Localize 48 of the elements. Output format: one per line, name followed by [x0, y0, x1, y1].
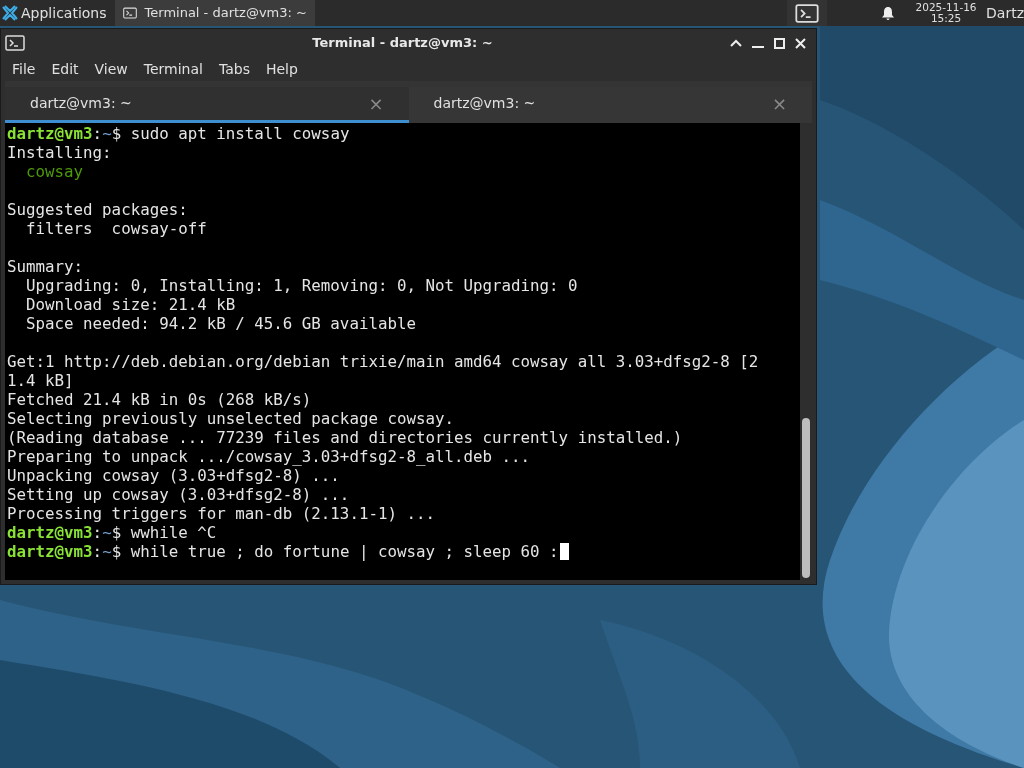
- close-icon[interactable]: [795, 37, 806, 49]
- bell-icon[interactable]: [881, 5, 896, 21]
- maximize-icon[interactable]: [774, 37, 785, 49]
- menu-item[interactable]: Edit: [44, 58, 86, 80]
- prompt-line: dartz@vm3:~$ sudo apt install cowsay: [7, 124, 350, 143]
- menu-item[interactable]: Help: [258, 58, 305, 80]
- output-line: Processing triggers for man-db (2.13.1-1) ...: [7, 504, 435, 523]
- output-line: Setting up cowsay (3.03+dfsg2-8) ...: [7, 485, 350, 504]
- terminal-icon: [5, 35, 25, 51]
- applications-menu[interactable]: Applications: [0, 0, 115, 26]
- output-line: Get:1 http://deb.debian.org/debian trixie/main amd64 cowsay all 3.03+dfsg2-8 [2: [7, 352, 759, 371]
- output-line: filters cowsay-off: [25, 219, 207, 238]
- taskbar-button[interactable]: Terminal - dartz@vm3: ~: [114, 0, 315, 26]
- terminal-tab[interactable]: dartz@vm3: ~ ×: [5, 87, 409, 123]
- tab-close[interactable]: ×: [771, 90, 787, 117]
- scrollbar-thumb[interactable]: [802, 418, 810, 578]
- prompt-line: dartz@vm3:~$ wwhile ^C: [7, 523, 217, 542]
- date-text: 2025-11-16: [915, 2, 977, 13]
- window-title: Terminal - dartz@vm3: ~: [311, 34, 494, 53]
- output-line: (Reading database ... 77239 files and directories currently installed.): [7, 428, 683, 447]
- menu-item[interactable]: File: [5, 58, 43, 80]
- prompt-line: dartz@vm3:~$ while true ; do fortune | cowsay ; sleep 60 :: [7, 542, 569, 561]
- tab-label: dartz@vm3: ~: [433, 94, 537, 113]
- menu-item[interactable]: Tabs: [211, 58, 257, 80]
- chevron-up-icon[interactable]: [730, 39, 742, 47]
- output-line: Installing:: [7, 143, 112, 162]
- scrollbar[interactable]: [800, 123, 812, 580]
- output-line: cowsay: [25, 162, 84, 181]
- output-line: Selecting previously unselected package cowsay.: [7, 409, 454, 428]
- menu-item[interactable]: Terminal: [136, 58, 210, 80]
- output-line: Fetched 21.4 kB in 0s (268 kB/s): [7, 390, 312, 409]
- output-line: 1.4 kB]: [7, 371, 74, 390]
- tab-label: dartz@vm3: ~: [30, 94, 133, 113]
- logo-icon: [2, 5, 18, 21]
- user-name[interactable]: Dartz: [986, 2, 1024, 24]
- tab-close[interactable]: ×: [368, 90, 384, 117]
- output-line: Suggested packages:: [7, 200, 188, 219]
- output-line: Summary:: [7, 257, 84, 276]
- output-line: Preparing to unpack .../cowsay_3.03+dfsg2-8_all.deb ...: [7, 447, 531, 466]
- output-line: Download size: 21.4 kB: [25, 295, 236, 314]
- terminal-launcher[interactable]: [787, 0, 828, 26]
- terminal-icon: [122, 7, 137, 19]
- output-line: Upgrading: 0, Installing: 1, Removing: 0, Not Upgrading: 0: [25, 276, 578, 295]
- menu-item[interactable]: View: [87, 58, 135, 80]
- terminal-icon: [795, 3, 820, 23]
- output-line: Space needed: 94.2 kB / 45.6 GB available: [25, 314, 416, 333]
- time-text: 15:25: [930, 13, 962, 24]
- output-line: Unpacking cowsay (3.03+dfsg2-8) ...: [7, 466, 340, 485]
